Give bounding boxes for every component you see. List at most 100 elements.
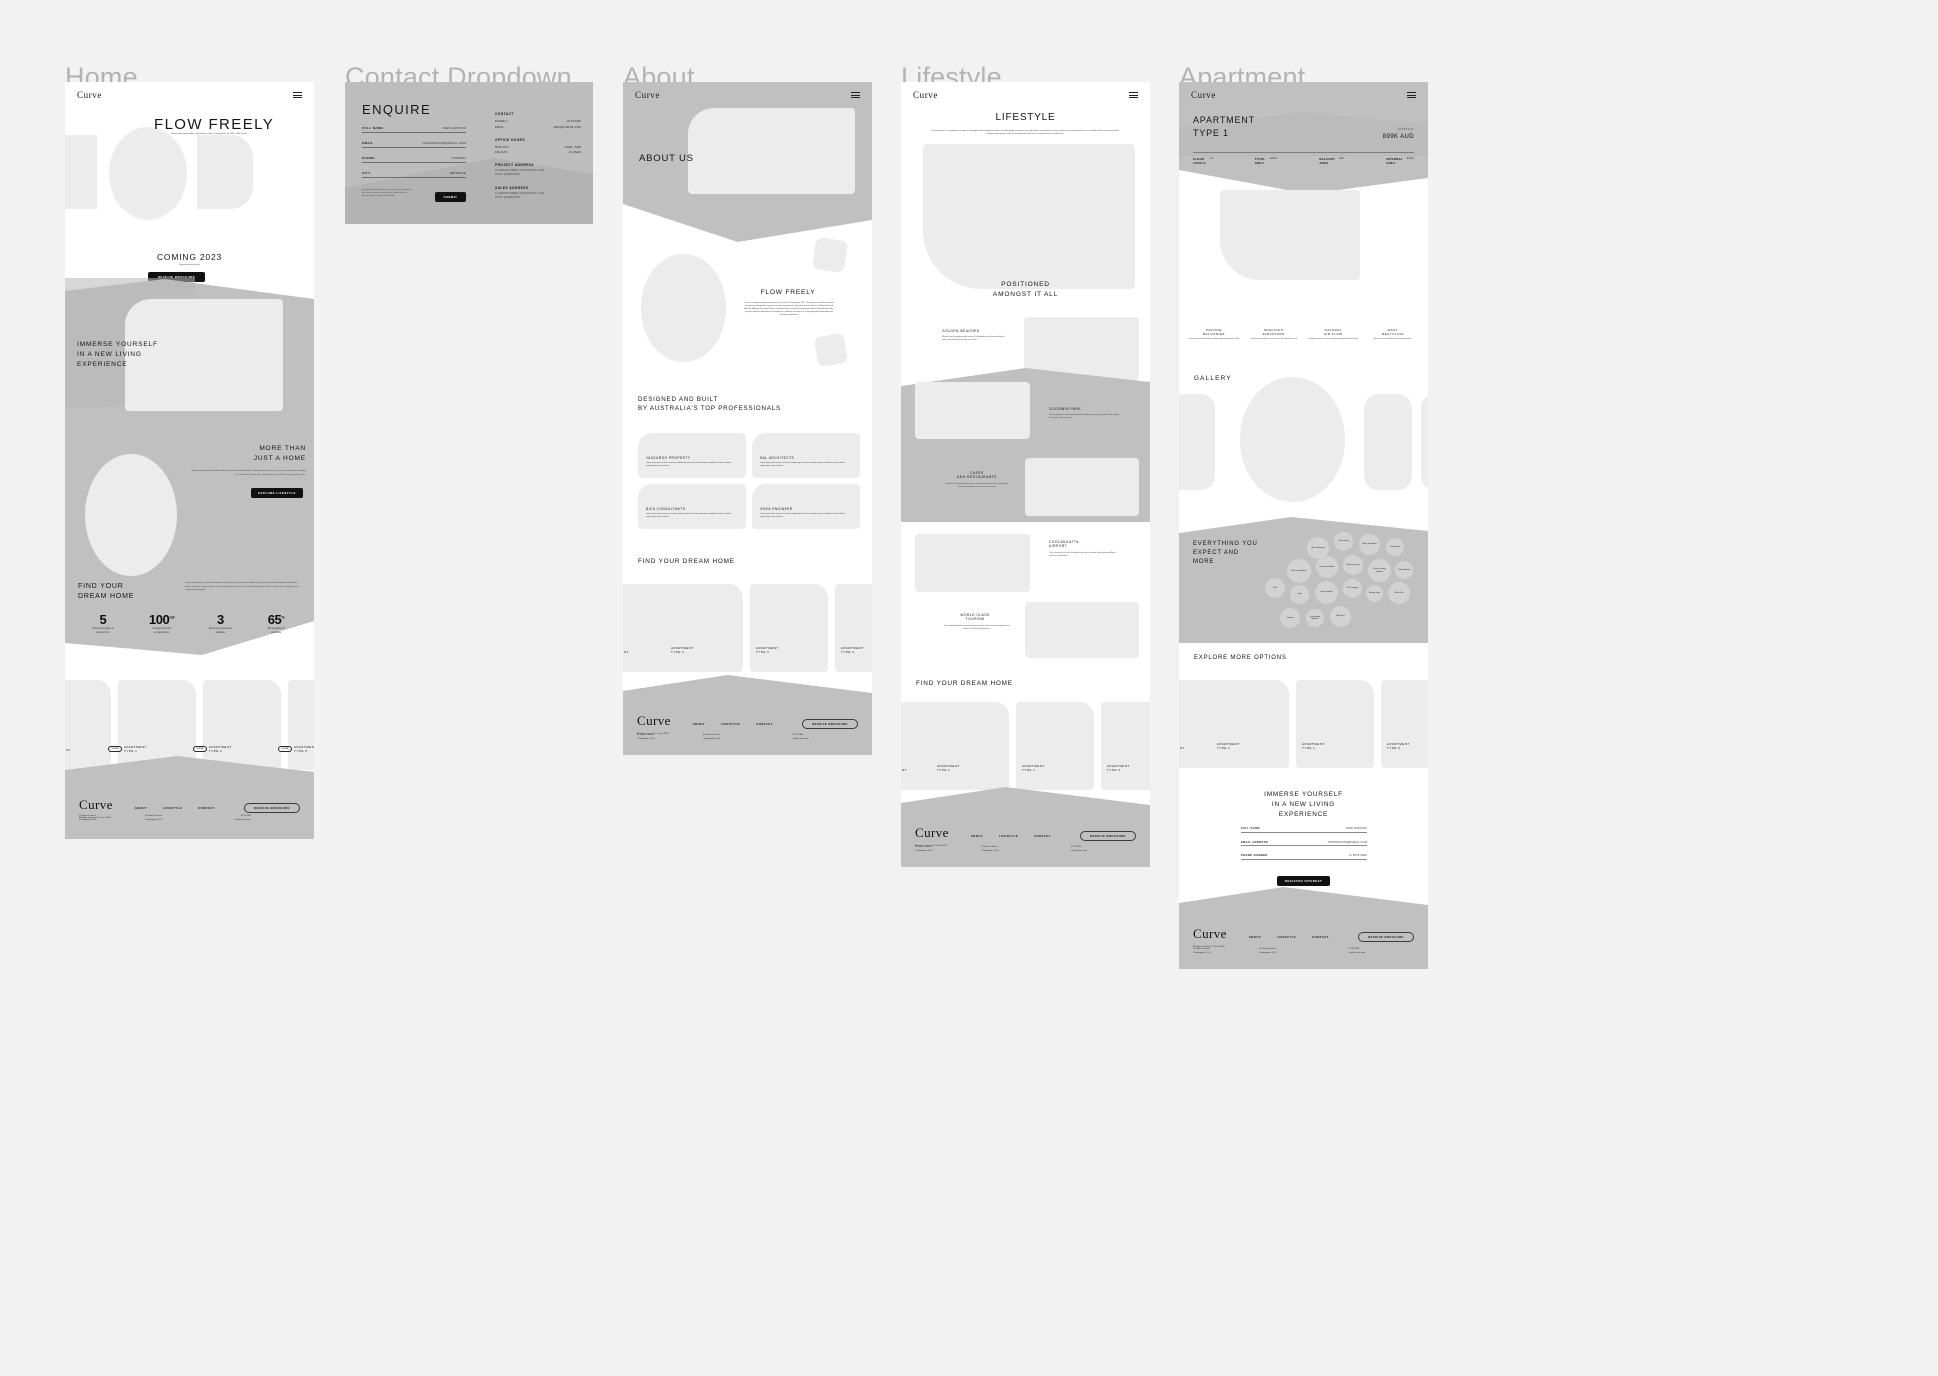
card-view-button[interactable]: VIEW <box>278 746 292 752</box>
field-full-name[interactable]: FULL NAME JOHN HOPKINS <box>1241 827 1367 833</box>
partner-name: OSKA ENGINEER <box>760 507 793 511</box>
footer-link-contact[interactable]: CONTACT <box>198 806 215 810</box>
hamburger-menu-icon[interactable] <box>1407 92 1416 98</box>
footer-contact: 32 572345 info@curve.com <box>1071 846 1087 852</box>
footer-link-about[interactable]: ABOUT <box>971 834 983 838</box>
field-value[interactable]: 11 5678 9000 <box>1349 854 1367 857</box>
card-view-button[interactable]: VIEW <box>108 746 122 752</box>
footer-link-about[interactable]: ABOUT <box>135 806 147 810</box>
partner-name: HAL ARCHITECTS <box>760 456 795 460</box>
apartment-card[interactable] <box>65 680 111 770</box>
footer-links[interactable]: ABOUT LIFESTYLE CONTACT <box>1249 935 1329 939</box>
field-label: PHONE <box>362 156 375 160</box>
apartment-card[interactable] <box>1296 680 1374 768</box>
footer-link-lifestyle[interactable]: LIFESTYLE <box>163 806 182 810</box>
hamburger-menu-icon[interactable] <box>1129 92 1138 98</box>
footer-links[interactable]: ABOUT LIFESTYLE CONTACT <box>693 722 773 726</box>
frame-lifestyle[interactable]: Curve LIFESTYLE This brand new Curve apa… <box>901 82 1150 867</box>
stat-caption: Unique floor plans to choose from <box>91 627 114 634</box>
home-hero-sub: Generously sized indoor and outdoor livi… <box>170 133 248 135</box>
home-find-title: FIND YOUR DREAM HOME <box>78 583 135 601</box>
footer-contact: 32 572345 info@curve.com <box>793 734 809 740</box>
gallery-image[interactable] <box>1364 394 1412 490</box>
logo-curve[interactable]: Curve <box>1191 90 1216 100</box>
hamburger-menu-icon[interactable] <box>851 92 860 98</box>
gallery-image[interactable] <box>1179 394 1215 490</box>
footer-logo[interactable]: Curve <box>637 713 671 729</box>
field-full-name[interactable]: FULL NAME JOHN HOPKINS <box>362 126 466 133</box>
footer-link-contact[interactable]: CONTACT <box>756 722 773 726</box>
about-navbar[interactable]: Curve <box>623 82 872 108</box>
footer-links[interactable]: ABOUT LIFESTYLE CONTACT <box>135 806 215 810</box>
hamburger-menu-icon[interactable] <box>293 92 302 98</box>
footer-link-lifestyle[interactable]: LIFESTYLE <box>721 722 740 726</box>
frame-about[interactable]: Curve ABOUT US FLOW FREELY Curve is a un… <box>623 82 872 755</box>
field-email[interactable]: EMAIL ADDRESS JOHNHOPKINS@GMAIL.COM <box>1241 841 1367 846</box>
logo-curve[interactable]: Curve <box>77 90 102 100</box>
footer-link-contact[interactable]: CONTACT <box>1034 834 1051 838</box>
footer-address: 29 Garrick Street Coolangatta, QLD <box>79 815 97 821</box>
contact-form[interactable]: FULL NAME JOHN HOPKINS EMAIL JOHNHOPKINS… <box>362 126 466 178</box>
apartment-card[interactable] <box>1016 702 1094 790</box>
amenity-bubble: Stone benchtops <box>1359 534 1380 555</box>
footer-contact: 32 572345 info@curve.com <box>235 815 251 821</box>
logo-curve[interactable]: Curve <box>913 90 938 100</box>
frame-contact-dropdown[interactable]: ENQUIRE FULL NAME JOHN HOPKINS EMAIL JOH… <box>345 82 593 224</box>
footer-logo[interactable]: Curve <box>1193 926 1227 942</box>
home-coming-title: COMING 2023 <box>156 252 222 262</box>
stat-value: 65% <box>267 612 285 627</box>
apartment-card[interactable] <box>750 584 828 672</box>
field-value[interactable]: JOHNHOPKINS@GMAIL.COM <box>422 142 466 145</box>
field-value[interactable]: 37593084 <box>452 157 466 160</box>
feature-body: Minutes from the pristine golden sands o… <box>942 336 1005 341</box>
field-city[interactable]: CITY BRISBANE <box>362 171 466 178</box>
apartment-card[interactable] <box>931 702 1009 790</box>
footer-link-lifestyle[interactable]: LIFESTYLE <box>999 834 1018 838</box>
footer-logo[interactable]: Curve <box>79 797 113 813</box>
field-value[interactable]: BRISBANE <box>450 172 466 175</box>
apartment-card[interactable] <box>288 680 314 770</box>
footer-brochure-button[interactable]: RECEIVE BROCHURE <box>802 719 858 729</box>
footer-links[interactable]: ABOUT LIFESTYLE CONTACT <box>971 834 1051 838</box>
home-navbar[interactable]: Curve <box>65 82 314 108</box>
lifestyle-navbar[interactable]: Curve <box>901 82 1150 108</box>
footer-link-about[interactable]: ABOUT <box>693 722 705 726</box>
field-value[interactable]: JOHNHOPKINS@GMAIL.COM <box>1327 841 1367 844</box>
footer-link-about[interactable]: ABOUT <box>1249 935 1261 939</box>
frame-home[interactable]: Curve FLOW FREELY Generously sized indoo… <box>65 82 314 839</box>
stat-item: 100m2 Average floor size per apartment <box>133 612 191 634</box>
logo-curve[interactable]: Curve <box>635 90 660 100</box>
field-phone[interactable]: PHONE 37593084 <box>362 156 466 163</box>
submit-button[interactable]: SUBMIT <box>435 192 466 202</box>
footer-brochure-button[interactable]: RECEIVE BROCHURE <box>244 802 300 813</box>
card-view-button[interactable]: VIEW <box>193 746 207 752</box>
footer-brochure-button[interactable]: RECEIVE BROCHURE <box>1080 831 1136 841</box>
apartment-card[interactable] <box>1101 702 1150 790</box>
gallery-image[interactable] <box>1421 394 1428 490</box>
apartment-card[interactable] <box>665 584 743 672</box>
apartment-navbar[interactable]: Curve <box>1179 82 1428 108</box>
explore-lifestyle-button[interactable]: EXPLORE LIFESTYLE <box>251 488 303 498</box>
frame-apartment[interactable]: Curve APARTMENT TYPE 1 STARTS AT 899K AU… <box>1179 82 1428 969</box>
field-phone[interactable]: PHONE NUMBER 11 5678 9000 <box>1241 854 1367 860</box>
field-email[interactable]: EMAIL JOHNHOPKINS@GMAIL.COM <box>362 141 466 148</box>
field-value[interactable]: JOHN HOPKINS <box>442 127 466 130</box>
apartment-card[interactable] <box>1211 680 1289 768</box>
register-form[interactable]: FULL NAME JOHN HOPKINS EMAIL ADDRESS JOH… <box>1241 827 1367 860</box>
gallery-image[interactable] <box>1240 377 1345 502</box>
footer-link-lifestyle[interactable]: LIFESTYLE <box>1277 935 1296 939</box>
apartment-card-label: APARTMENT TYPE 1 <box>671 646 694 655</box>
footer-logo[interactable]: Curve <box>915 825 949 841</box>
footer-brochure-button[interactable]: RECEIVE BROCHURE <box>1358 932 1414 942</box>
apartment-card[interactable] <box>203 680 281 770</box>
footer-link-contact[interactable]: CONTACT <box>1312 935 1329 939</box>
register-interest-button[interactable]: REGISTER INTEREST <box>1277 876 1330 886</box>
field-value[interactable]: JOHN HOPKINS <box>1345 827 1367 830</box>
apartment-card-label: APARTMENT TYPE 1 <box>1302 742 1325 751</box>
apartment-card[interactable] <box>118 680 196 770</box>
apartment-card[interactable] <box>1381 680 1428 768</box>
footer-sales-address: 42 Garrick Street Coolangatta, QLD <box>145 815 163 821</box>
feature-body: Generous oversized balconies included, s… <box>1188 338 1240 341</box>
apartment-card[interactable] <box>835 584 872 672</box>
apartment-card-label: APARTMENT TYPE 3 <box>294 745 314 754</box>
